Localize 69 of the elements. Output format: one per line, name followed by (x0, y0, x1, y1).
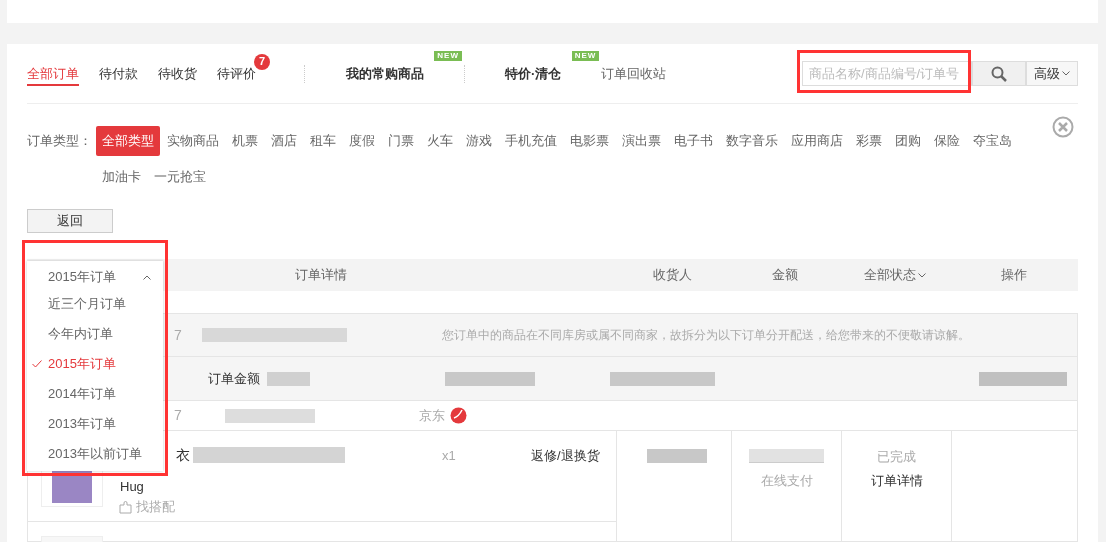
order-type-option[interactable]: 全部类型 (96, 126, 160, 156)
order-type-option[interactable]: 数字音乐 (720, 126, 784, 156)
search-button[interactable] (972, 61, 1026, 86)
order-type-option[interactable]: 火车 (421, 126, 459, 156)
redacted-block (647, 449, 707, 463)
check-icon (32, 360, 42, 368)
order-type-option[interactable]: 演出票 (616, 126, 667, 156)
order-amount-label: 订单金额 (208, 369, 260, 388)
recycle-bin-link[interactable]: 订单回收站 (601, 63, 667, 84)
return-exchange-link[interactable]: 返修/退换货 (531, 446, 600, 466)
caret-icon (1062, 71, 1070, 76)
new-tag: NEW (571, 50, 600, 61)
order-number-fragment: 7 (174, 406, 182, 425)
order-type-option[interactable]: 门票 (382, 126, 420, 156)
order-type-label: 订单类型： (27, 132, 92, 150)
order-type-option[interactable]: 租车 (304, 126, 342, 156)
column-header: 金额 (772, 266, 798, 285)
new-tag: NEW (434, 50, 462, 61)
order-tab[interactable]: 待付款 (99, 61, 138, 86)
year-option[interactable]: 近三个月订单 (27, 289, 163, 319)
order-type-option[interactable]: 手机充值 (499, 126, 563, 156)
order-type-option[interactable]: 电子书 (668, 126, 719, 156)
year-option[interactable]: 2013年以前订单 (27, 439, 163, 469)
order-type-option[interactable]: 实物商品 (161, 126, 225, 156)
product-name-fragment: 衣 (176, 446, 190, 465)
order-type-option[interactable]: 彩票 (850, 126, 888, 156)
column-header: 收货人 (653, 266, 692, 285)
search-icon (991, 65, 1007, 82)
order-status: 已完成 (877, 448, 916, 466)
search-field[interactable]: 商品名称/商品编号/订单号 (802, 61, 972, 86)
order-type-option[interactable]: 电影票 (564, 126, 615, 156)
redacted-block (267, 371, 310, 386)
order-type-option[interactable]: 团购 (889, 126, 927, 156)
column-header: 操作 (1001, 266, 1027, 285)
shop-logo-icon (449, 407, 467, 424)
column-header: 订单详情 (295, 266, 347, 285)
order-type-option[interactable]: 夺宝岛 (967, 126, 1018, 156)
year-dropdown-toggle[interactable]: 2015年订单 (27, 265, 163, 289)
order-tab[interactable]: 全部订单 (27, 61, 79, 86)
year-option[interactable]: 2015年订单 (27, 349, 163, 379)
count-badge: 7 (254, 53, 270, 70)
order-details-link[interactable]: 订单详情 (870, 470, 923, 490)
order-number-fragment: 7 (174, 325, 182, 345)
order-type-option[interactable]: 游戏 (460, 126, 498, 156)
order-type-option[interactable]: 酒店 (265, 126, 303, 156)
order-tab[interactable]: 待收货 (158, 61, 197, 86)
quantity: x1 (442, 447, 456, 465)
order-type-option[interactable]: 机票 (226, 126, 264, 156)
shop-name: 京东 (418, 406, 445, 425)
year-option[interactable]: 2014年订单 (27, 379, 163, 409)
back-button[interactable]: 返回 (27, 209, 113, 233)
feature-link[interactable]: 特价·清仓 (505, 63, 562, 84)
order-type-option[interactable]: 保险 (928, 126, 966, 156)
caret-icon (918, 272, 926, 278)
order-tab[interactable]: 待评价 (217, 61, 256, 86)
split-order-notice: 您订单中的商品在不同库房或属不同商家，故拆分为以下订单分开配送，给您带来的不便敬请谅解。 (441, 327, 970, 344)
order-type-option[interactable]: 一元抢宝 (148, 162, 212, 192)
caret-up-icon (142, 274, 151, 280)
year-option[interactable]: 2013年订单 (27, 409, 163, 439)
payment-method: 在线支付 (760, 472, 813, 490)
product-name-fragment: Hug (120, 478, 144, 496)
order-type-option[interactable]: 加油卡 (96, 162, 147, 192)
puzzle-piece-icon (119, 499, 132, 514)
feature-link[interactable]: 我的常购商品 (346, 63, 424, 84)
order-type-option[interactable]: 应用商店 (785, 126, 849, 156)
order-type-option[interactable]: 度假 (343, 126, 381, 156)
status-filter[interactable]: 全部状态 (864, 265, 916, 285)
advanced-search-button[interactable]: 高级 (1026, 61, 1078, 86)
year-option[interactable]: 今年内订单 (27, 319, 163, 349)
